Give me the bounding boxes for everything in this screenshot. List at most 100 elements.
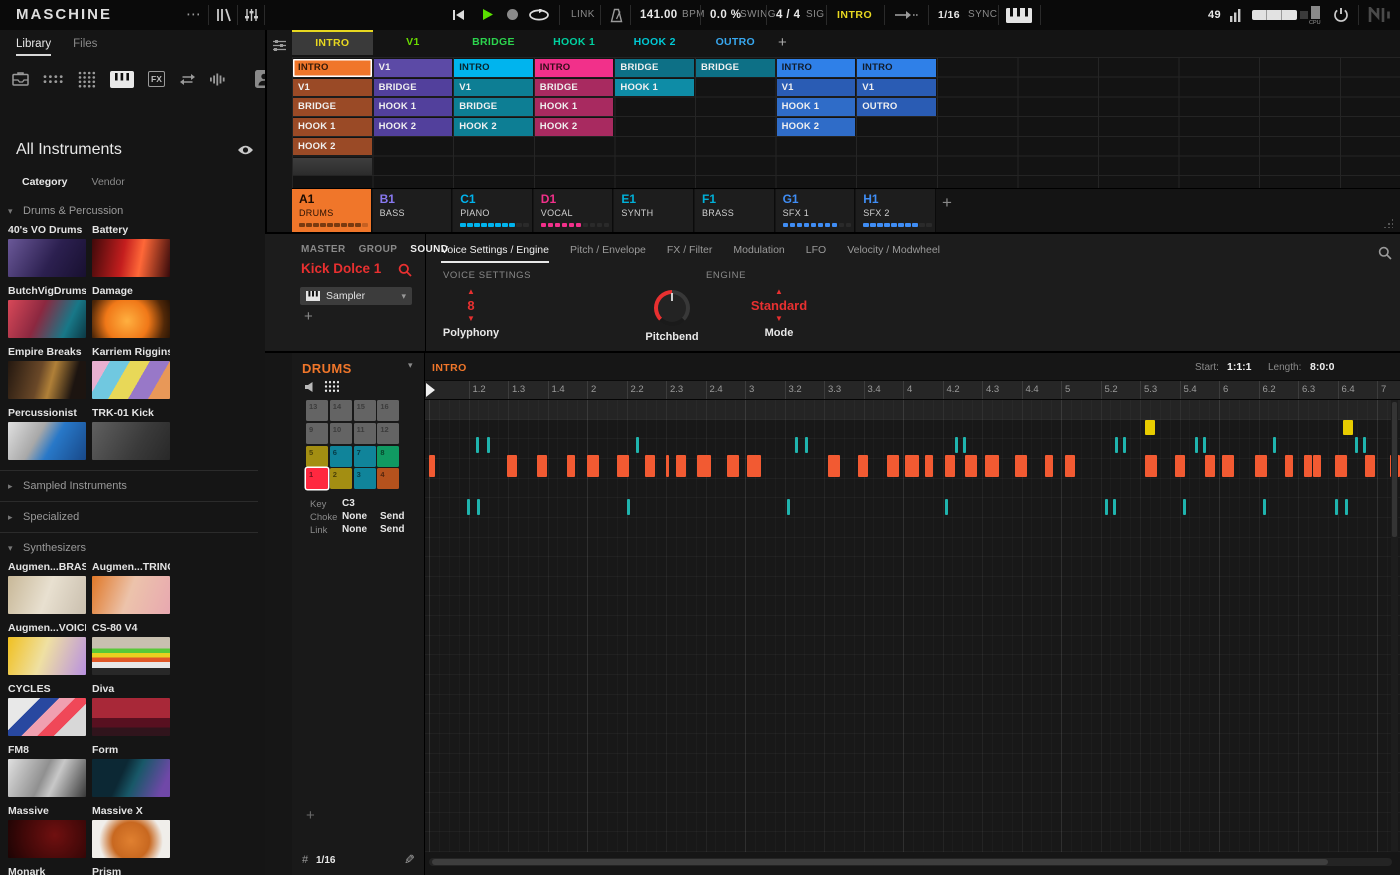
note-event[interactable] [627,499,630,515]
pad-view-icon[interactable] [324,380,339,393]
polyphony-stepper[interactable]: ▲ 8 ▼ Polyphony [441,288,501,339]
eye-icon[interactable] [237,144,254,156]
library-item[interactable]: Karriem Riggins [92,346,170,399]
note-event[interactable] [1145,455,1157,477]
note-event[interactable] [467,499,470,515]
play-button[interactable] [481,8,494,21]
browser-title[interactable]: All Instruments [16,141,122,159]
pattern-cell[interactable]: INTRO [535,59,614,77]
pattern-cell[interactable]: HOOK 2 [777,118,856,136]
pattern-cell[interactable]: V1 [293,79,372,97]
projects-icon[interactable] [12,72,29,86]
pattern-cell[interactable]: INTRO [777,59,856,77]
note-event[interactable] [1205,455,1215,477]
pitchbend-knob[interactable] [654,290,690,326]
pattern-cell[interactable]: BRIDGE [374,79,453,97]
group-tile-a1[interactable]: A1DRUMS [292,189,372,232]
note-event[interactable] [1335,499,1338,515]
library-item[interactable]: Augmen...BRASS [8,561,86,614]
scene-tab-hook1[interactable]: HOOK 1 [534,30,615,55]
master-volume-slider[interactable] [1252,10,1297,20]
mode-stepper[interactable]: ▲ Standard ▼ Mode [739,288,819,339]
note-event[interactable] [1345,499,1348,515]
level-tab-group[interactable]: GROUP [359,244,398,255]
note-event[interactable] [955,437,958,453]
note-event[interactable] [805,437,808,453]
note-event[interactable] [858,455,868,477]
note-event[interactable] [905,455,919,477]
length-value[interactable]: 8:0:0 [1310,361,1335,373]
pattern-cell[interactable]: OUTRO [857,98,936,116]
note-event[interactable] [963,437,966,453]
pattern-cell[interactable]: HOOK 1 [535,98,614,116]
section-header-0[interactable]: ▾Drums & Percussion [0,198,258,224]
library-item[interactable]: TRK-01 Kick [92,407,170,460]
note-event[interactable] [1115,437,1118,453]
note-event[interactable] [537,455,547,477]
note-event[interactable] [1145,420,1155,435]
note-event[interactable] [1183,499,1186,515]
more-icon[interactable]: ⋯ [186,0,201,30]
pattern-cell[interactable]: HOOK 1 [293,118,372,136]
library-item[interactable]: Prism [92,866,170,875]
power-icon[interactable] [1333,7,1349,23]
link-send[interactable]: Send [380,524,404,535]
note-event[interactable] [476,437,479,453]
note-event[interactable] [1175,455,1185,477]
instruments-icon[interactable] [110,71,134,88]
link-button[interactable]: LINK [571,0,595,30]
pattern-cell[interactable]: BRIDGE [615,59,694,77]
samples-icon[interactable] [210,73,225,86]
note-event[interactable] [1045,455,1053,477]
pattern-cell[interactable]: V1 [454,79,533,97]
note-event[interactable] [1195,437,1198,453]
mixer-toggle-icon[interactable] [244,8,259,22]
pattern-cell[interactable]: HOOK 1 [374,98,453,116]
note-event[interactable] [507,455,517,477]
pattern-cell[interactable]: BRIDGE [293,98,372,116]
fx-icon[interactable]: FX [148,71,165,87]
note-event[interactable] [887,455,899,477]
editor-group-name[interactable]: DRUMS [302,361,352,376]
pattern-cell[interactable]: HOOK 1 [777,98,856,116]
sound-search-icon[interactable] [398,263,412,277]
note-event[interactable] [945,499,948,515]
page-tab[interactable]: Voice Settings / Engine [441,244,549,263]
pad-1[interactable]: 1 [306,468,328,489]
horizontal-scrollbar[interactable] [429,858,1392,866]
polyphony-up-icon[interactable]: ▲ [441,288,501,296]
group-tile-d1[interactable]: D1VOCAL [534,189,614,232]
quantize-value[interactable]: 1/16 [938,0,960,30]
library-item[interactable]: Battery [92,224,170,277]
note-event[interactable] [1065,455,1075,477]
pad-10[interactable]: 10 [330,423,352,444]
pad-8[interactable]: 8 [377,446,399,467]
pad-15[interactable]: 15 [354,400,376,421]
note-event[interactable] [1335,455,1347,477]
metronome-icon[interactable] [610,8,623,23]
pad-3[interactable]: 3 [354,468,376,489]
filter-tab-category[interactable]: Category [22,176,68,188]
pattern-cell[interactable]: INTRO [293,59,372,77]
pattern-cell[interactable]: HOOK 2 [374,118,453,136]
pattern-cell[interactable]: V1 [857,79,936,97]
note-event[interactable] [795,437,798,453]
library-item[interactable]: Monark [8,866,86,875]
note-event[interactable] [965,455,977,477]
note-event[interactable] [1255,455,1267,477]
section-header-3[interactable]: ▾Synthesizers [0,535,258,561]
note-event[interactable] [697,455,711,477]
scene-tab-intro[interactable]: INTRO [292,30,373,55]
group-tile-e1[interactable]: E1SYNTH [614,189,694,232]
level-tab-master[interactable]: MASTER [301,244,346,255]
note-event[interactable] [587,455,599,477]
note-event[interactable] [645,455,655,477]
horizontal-scrollbar-thumb[interactable] [432,859,1328,865]
browser-toggle-icon[interactable] [216,8,232,22]
grid-setting-value[interactable]: 1/16 [316,855,335,866]
sounds-icon[interactable] [43,74,64,84]
library-item[interactable]: CS-80 V4 [92,622,170,675]
note-event[interactable] [727,455,739,477]
browser-tab-library[interactable]: Library [16,38,51,56]
vertical-scrollbar[interactable] [1391,400,1398,852]
